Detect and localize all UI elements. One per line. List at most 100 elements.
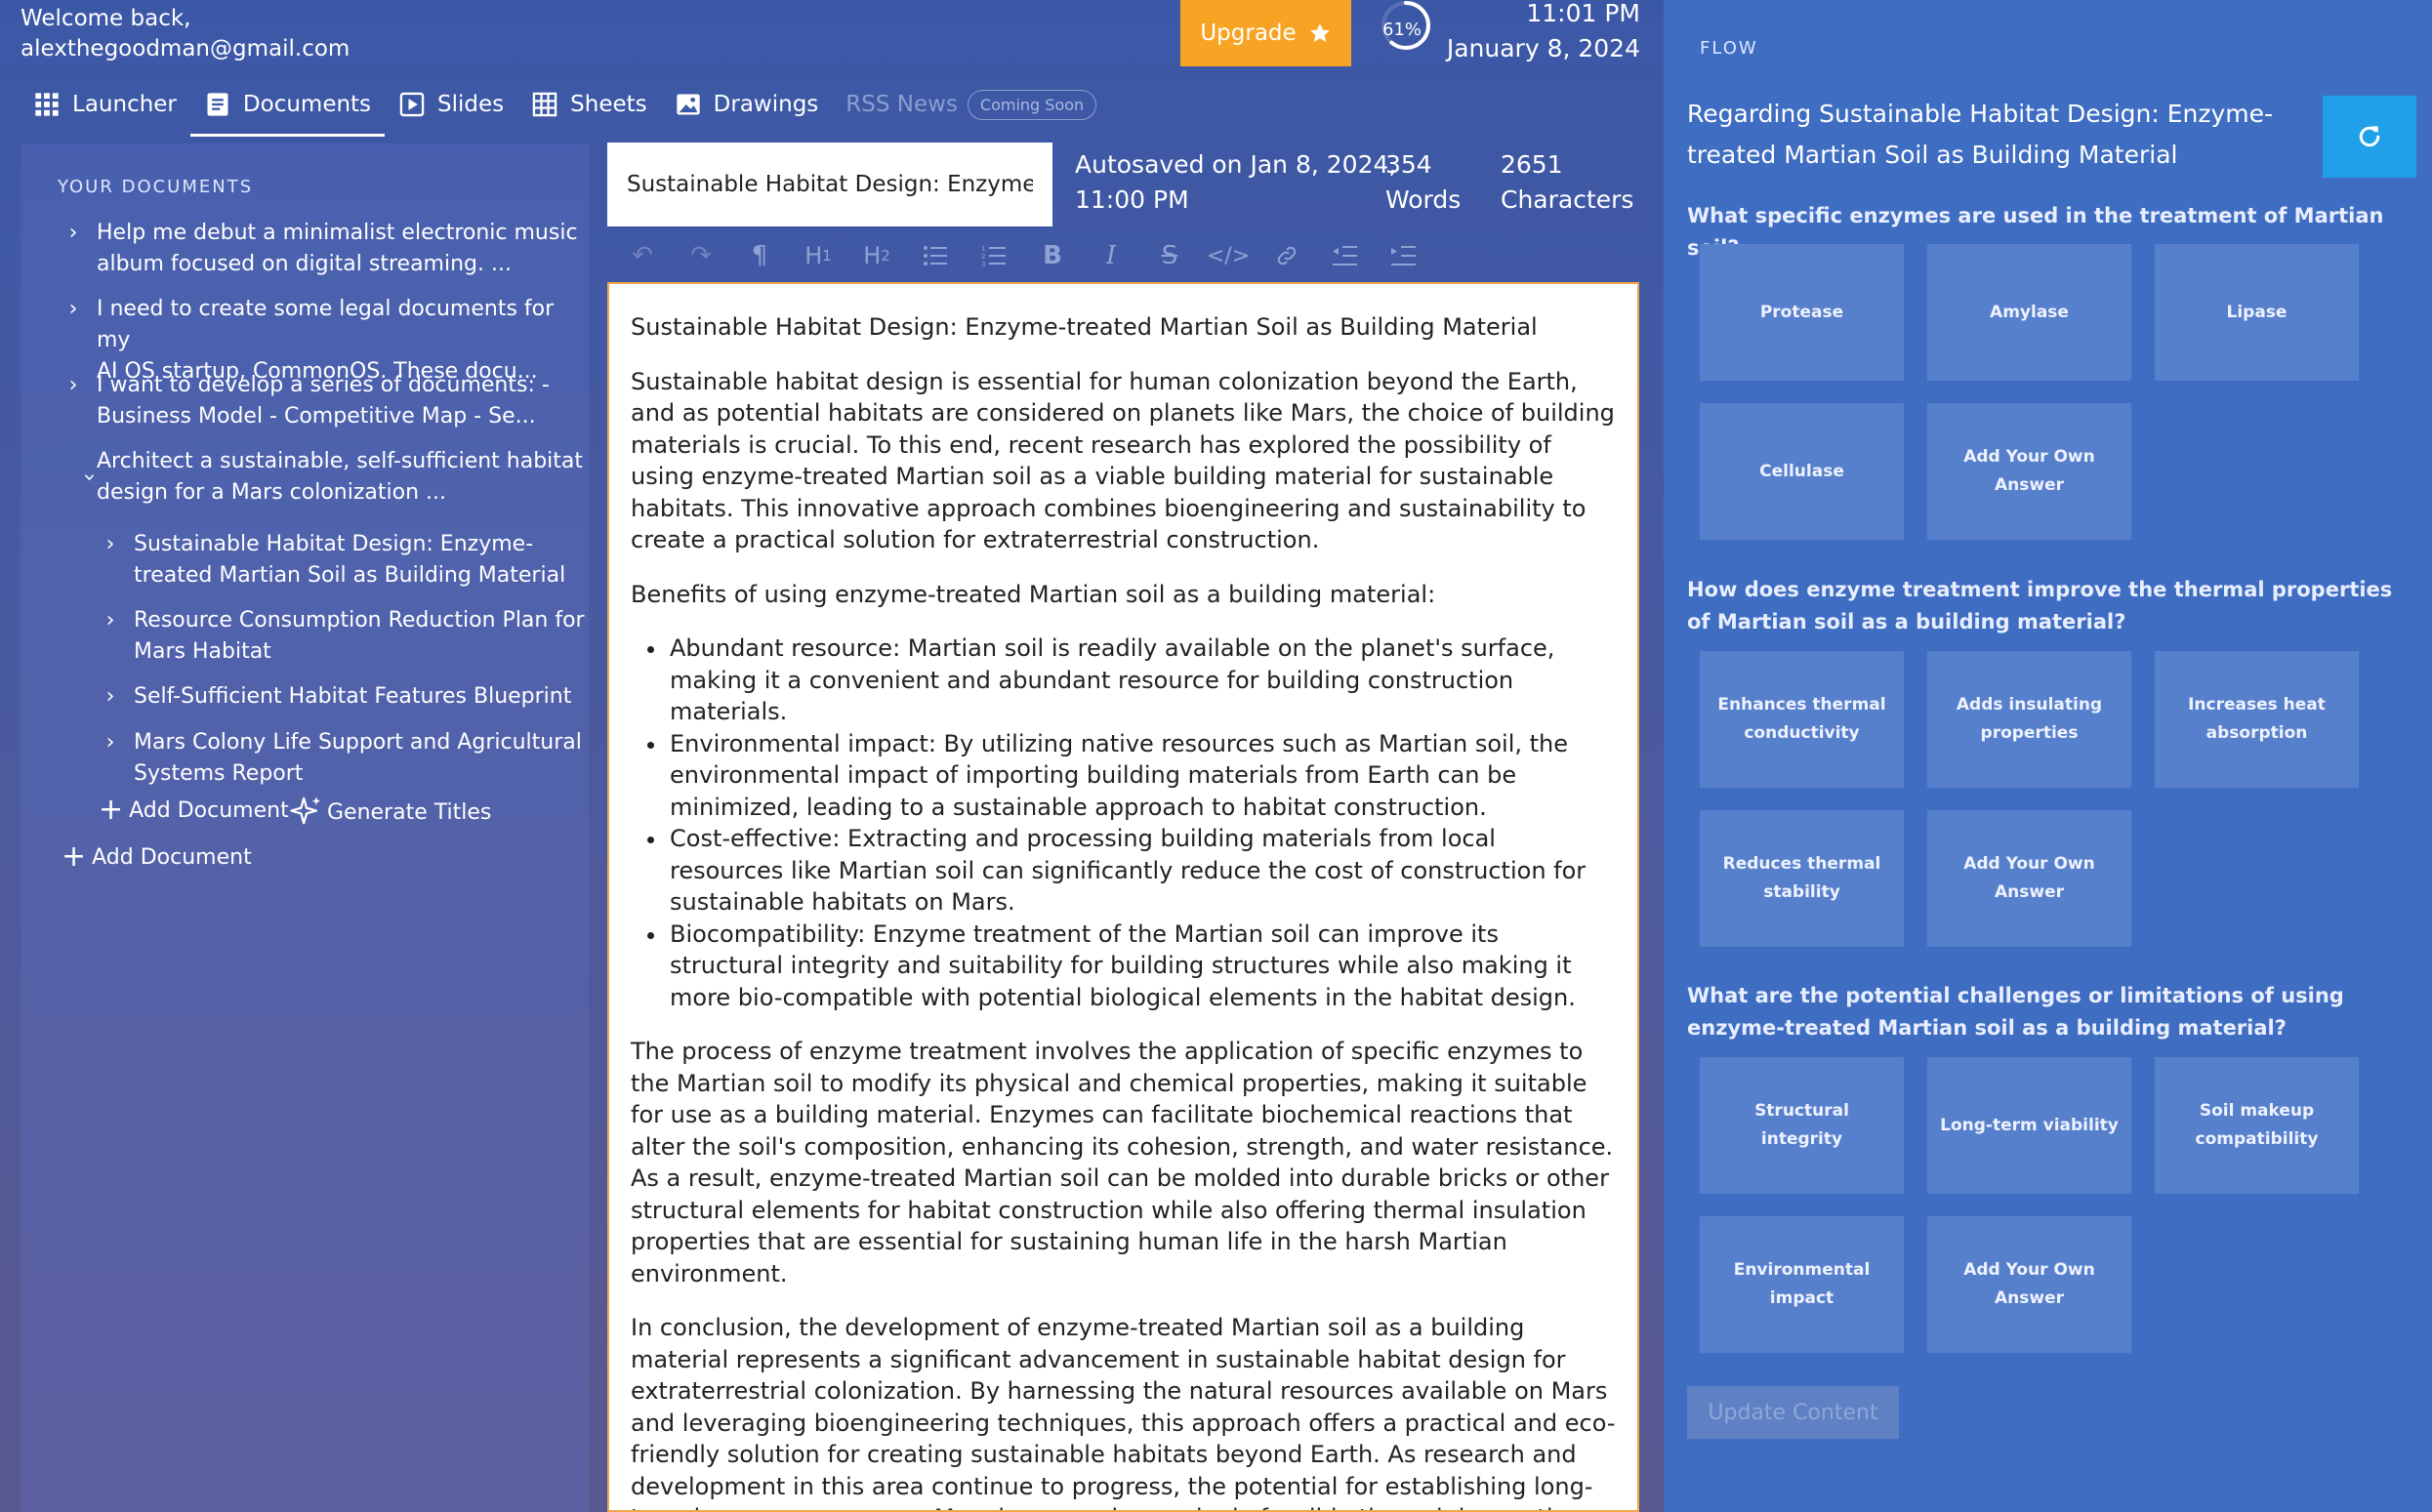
add-document-button[interactable]: + Add Document [62, 842, 252, 872]
answer-option[interactable]: Lipase [2155, 244, 2359, 381]
generate-titles-label: Generate Titles [327, 799, 492, 825]
progress-label: 61% [1382, 20, 1422, 40]
answer-option[interactable]: Adds insulating properties [1927, 651, 2131, 788]
update-content-button[interactable]: Update Content [1687, 1386, 1899, 1439]
welcome-block: Welcome back, alexthegoodman@gmail.com [21, 4, 350, 64]
bullet-list-icon[interactable] [908, 236, 963, 275]
chevron-right-icon[interactable]: › [97, 727, 124, 790]
document-title-line: Help me debut a minimalist electronic mu… [97, 221, 578, 245]
question-text: How does enzyme treatment improve the th… [1687, 578, 2393, 633]
document-paragraph: Sustainable habitat design is essential … [631, 367, 1615, 554]
chevron-right-icon[interactable]: › [97, 529, 124, 592]
welcome-text: Welcome back, [21, 6, 191, 31]
document-title-line: Resource Consumption Reduction Plan for [134, 608, 585, 633]
word-count-label: Words [1385, 185, 1462, 214]
chevron-right-icon[interactable]: › [60, 370, 87, 432]
refresh-button[interactable] [2323, 96, 2416, 178]
answer-option[interactable]: Protease [1700, 244, 1904, 381]
add-own-answer-option[interactable]: Add Your Own Answer [1927, 1216, 2131, 1353]
paragraph-icon[interactable]: ¶ [732, 236, 787, 275]
sidebar-heading: YOUR DOCUMENTS [58, 177, 254, 197]
outdent-icon[interactable] [1318, 236, 1373, 275]
child-document-item[interactable]: › Sustainable Habitat Design: Enzyme- tr… [97, 529, 566, 592]
nav-drawings[interactable]: Drawings [661, 74, 833, 135]
flow-label: FLOW [1700, 38, 1758, 59]
undo-icon[interactable]: ↶ [615, 236, 670, 275]
user-email: alexthegoodman@gmail.com [21, 36, 350, 61]
character-count-value: 2651 [1501, 150, 1563, 179]
document-title-line: Sustainable Habitat Design: Enzyme- [134, 532, 534, 556]
clock: 11:01 PM January 8, 2024 [1445, 0, 1640, 66]
document-title-line: Architect a sustainable, self-sufficient… [97, 449, 584, 473]
generate-titles-button[interactable]: Generate Titles [290, 796, 491, 829]
document-title-line: I want to develop a series of documents:… [97, 373, 550, 397]
nav-documents[interactable]: Documents [189, 74, 386, 137]
nav-sheets[interactable]: Sheets [517, 74, 660, 135]
autosave-line: Autosaved on Jan 8, 2024, [1075, 150, 1397, 179]
document-item[interactable]: › Help me debut a minimalist electronic … [60, 218, 578, 280]
top-nav: Launcher Documents Slides Sheets Drawing… [20, 74, 1110, 137]
add-child-document-button[interactable]: + Add Document [99, 796, 289, 825]
link-icon[interactable] [1259, 236, 1314, 275]
answer-option[interactable]: Environmental impact [1700, 1216, 1904, 1353]
document-item[interactable]: › I want to develop a series of document… [60, 370, 550, 432]
answer-option[interactable]: Increases heat absorption [2155, 651, 2359, 788]
italic-icon[interactable]: I [1084, 236, 1138, 275]
child-document-item[interactable]: › Mars Colony Life Support and Agricultu… [97, 727, 582, 790]
child-document-item[interactable]: › Self-Sufficient Habitat Features Bluep… [97, 681, 572, 713]
play-slides-icon [399, 92, 425, 117]
answer-option[interactable]: Soil makeup compatibility [2155, 1057, 2359, 1194]
nav-label: Launcher [72, 92, 177, 117]
heading1-icon[interactable]: H1 [791, 236, 845, 275]
nav-launcher[interactable]: Launcher [20, 74, 190, 135]
chevron-down-icon[interactable]: › [42, 464, 104, 491]
document-title-line: Systems Report [134, 761, 304, 786]
document-title-line: Business Model - Competitive Map - Se... [97, 404, 536, 429]
document-paragraph: The process of enzyme treatment involves… [631, 1038, 1614, 1287]
add-own-answer-option[interactable]: Add Your Own Answer [1927, 810, 2131, 947]
document-title: Mars Colony Life Support and Agricultura… [134, 727, 582, 790]
word-count: 354 Words [1385, 147, 1503, 218]
document-editor[interactable]: Sustainable Habitat Design: Enzyme-treat… [607, 282, 1639, 1512]
nav-label: Sheets [570, 92, 647, 117]
document-title: Sustainable Habitat Design: Enzyme- trea… [134, 529, 565, 592]
svg-text:3: 3 [981, 261, 985, 266]
chevron-right-icon[interactable]: › [60, 218, 87, 280]
upgrade-label: Upgrade [1200, 20, 1297, 46]
indent-icon[interactable] [1377, 236, 1431, 275]
chevron-right-icon[interactable]: › [97, 605, 124, 668]
answer-option[interactable]: Amylase [1927, 244, 2131, 381]
add-own-answer-option[interactable]: Add Your Own Answer [1927, 403, 2131, 540]
document-item[interactable]: › Architect a sustainable, self-sufficie… [60, 446, 583, 509]
document-paragraph: In conclusion, the development of enzyme… [631, 1314, 1616, 1510]
nav-label: Drawings [713, 92, 819, 117]
nav-slides[interactable]: Slides [385, 74, 517, 135]
nav-rss-news: RSS News Coming Soon [832, 74, 1110, 135]
nav-label: RSS News [845, 92, 958, 117]
answer-option[interactable]: Structural integrity [1700, 1057, 1904, 1194]
svg-text:1: 1 [981, 245, 985, 253]
bold-icon[interactable]: B [1025, 236, 1080, 275]
answer-option[interactable]: Cellulase [1700, 403, 1904, 540]
strikethrough-icon[interactable]: S [1142, 236, 1197, 275]
grid-icon [35, 93, 59, 116]
list-item: Biocompatibility: Enzyme treatment of th… [668, 919, 1616, 1014]
ordered-list-icon[interactable]: 123 [967, 236, 1021, 275]
add-document-label: Add Document [92, 844, 252, 870]
answer-option[interactable]: Enhances thermal conductivity [1700, 651, 1904, 788]
coming-soon-badge: Coming Soon [967, 89, 1097, 120]
document-title-input[interactable] [607, 143, 1052, 226]
child-document-item[interactable]: › Resource Consumption Reduction Plan fo… [97, 605, 585, 668]
chevron-right-icon[interactable]: › [97, 681, 124, 713]
answer-option[interactable]: Long-term viability [1927, 1057, 2131, 1194]
character-count: 2651 Characters [1501, 147, 1647, 218]
answer-option[interactable]: Reduces thermal stability [1700, 810, 1904, 947]
list-item: Environmental impact: By utilizing nativ… [668, 728, 1616, 824]
upgrade-button[interactable]: Upgrade [1180, 0, 1351, 66]
nav-label: Documents [242, 92, 372, 117]
code-icon[interactable]: </> [1201, 236, 1256, 275]
document-heading: Sustainable Habitat Design: Enzyme-treat… [631, 313, 1538, 341]
heading2-icon[interactable]: H2 [849, 236, 904, 275]
redo-icon[interactable]: ↷ [674, 236, 728, 275]
table-icon [532, 92, 557, 117]
